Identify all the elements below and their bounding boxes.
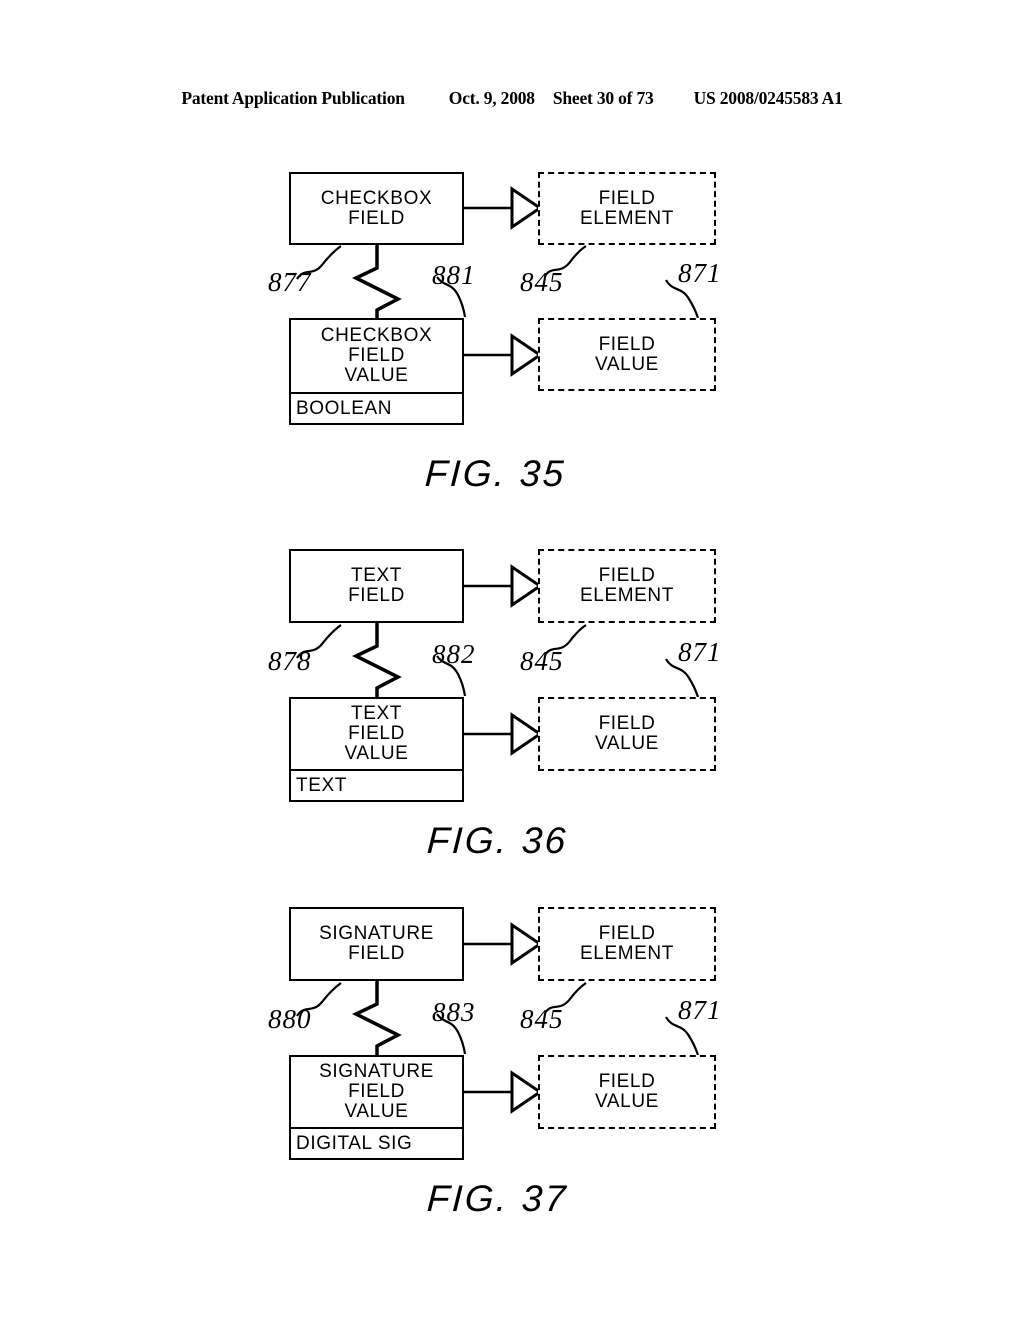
- ref-877: 877: [268, 267, 312, 297]
- node-field-element-35[interactable]: FIELD ELEMENT: [538, 172, 716, 245]
- header-sheet: Sheet 30 of 73: [552, 88, 654, 108]
- node-field-value-element-36[interactable]: FIELD VALUE: [538, 697, 716, 771]
- ref-881: 881: [432, 260, 476, 290]
- node-field-value-36-title-line-2: FIELD: [348, 723, 405, 745]
- ref-882: 882: [432, 639, 476, 669]
- node-field-37-title-line-1: SIGNATURE: [319, 923, 434, 945]
- node-field-element-36-line-1: FIELD: [598, 565, 656, 587]
- figure-35: CHECKBOX FIELD CHECKBOX FIELD VALUE BOOL…: [0, 155, 1024, 520]
- node-field-35-title-line-1: CHECKBOX: [320, 187, 433, 209]
- header-date: Oct. 9, 2008: [448, 88, 535, 108]
- header-publication: Patent Application Publication: [181, 88, 405, 108]
- node-field-value-element-37-line-1: FIELD: [598, 1071, 656, 1093]
- node-field-value-36-type: TEXT: [291, 769, 462, 800]
- node-field-element-37-line-2: ELEMENT: [580, 943, 674, 964]
- node-field-value-37-title: SIGNATURE FIELD VALUE: [291, 1057, 462, 1127]
- node-field-value-36[interactable]: TEXT FIELD VALUE TEXT: [289, 697, 464, 802]
- figure-36-caption: FIG. 36: [425, 820, 569, 861]
- node-field-35[interactable]: CHECKBOX FIELD: [289, 172, 464, 245]
- node-field-value-35-type: BOOLEAN: [291, 392, 462, 423]
- node-field-36-title-line-1: TEXT: [351, 565, 402, 587]
- node-field-value-36-title-line-3: VALUE: [344, 742, 409, 764]
- node-field-value-element-37[interactable]: FIELD VALUE: [538, 1055, 716, 1129]
- ref-883: 883: [432, 997, 476, 1027]
- ref-845-37: 845: [520, 1004, 564, 1034]
- figure-37-caption: FIG. 37: [425, 1178, 569, 1219]
- node-field-element-36[interactable]: FIELD ELEMENT: [538, 549, 716, 623]
- node-field-element-37-line-1: FIELD: [598, 923, 656, 945]
- node-field-value-element-36-line-2: VALUE: [595, 733, 659, 754]
- ref-871-37: 871: [678, 995, 722, 1025]
- ref-845: 845: [520, 267, 564, 297]
- ref-845-36: 845: [520, 646, 564, 676]
- node-field-value-element-35-line-2: VALUE: [595, 353, 659, 375]
- node-field-element-36-line-2: ELEMENT: [580, 585, 674, 606]
- node-field-35-title-line-2: FIELD: [348, 207, 405, 229]
- node-field-35-title: CHECKBOX FIELD: [291, 174, 462, 243]
- node-field-element-35-line-2: ELEMENT: [580, 207, 674, 229]
- node-field-37-title-line-2: FIELD: [348, 943, 405, 964]
- node-field-value-37[interactable]: SIGNATURE FIELD VALUE DIGITAL SIG: [289, 1055, 464, 1160]
- node-field-value-36-title-line-1: TEXT: [351, 703, 402, 725]
- node-field-value-35-title-line-1: CHECKBOX: [320, 325, 433, 347]
- node-field-value-35-title: CHECKBOX FIELD VALUE: [291, 320, 462, 392]
- header-patent-number: US 2008/0245583 A1: [693, 88, 843, 108]
- node-field-37-title: SIGNATURE FIELD: [291, 909, 462, 979]
- node-field-37[interactable]: SIGNATURE FIELD: [289, 907, 464, 981]
- node-field-value-37-type: DIGITAL SIG: [291, 1127, 462, 1158]
- node-field-36-title-line-2: FIELD: [348, 585, 405, 606]
- ref-871-36: 871: [678, 637, 722, 667]
- page-header: Patent Application Publication Oct. 9, 2…: [0, 88, 1024, 112]
- node-field-value-element-37-line-2: VALUE: [595, 1091, 659, 1112]
- node-field-value-37-title-line-2: FIELD: [348, 1081, 405, 1103]
- node-field-value-element-36-line-1: FIELD: [598, 713, 656, 735]
- node-field-value-35-title-line-3: VALUE: [344, 364, 409, 386]
- node-field-value-37-title-line-3: VALUE: [344, 1100, 409, 1122]
- ref-880: 880: [268, 1004, 312, 1034]
- node-field-value-37-title-line-1: SIGNATURE: [319, 1061, 434, 1083]
- node-field-36-title: TEXT FIELD: [291, 551, 462, 621]
- figure-37: SIGNATURE FIELD SIGNATURE FIELD VALUE DI…: [0, 890, 1024, 1250]
- figure-36: TEXT FIELD TEXT FIELD VALUE TEXT FIELD E…: [0, 532, 1024, 892]
- figure-35-caption: FIG. 35: [423, 453, 567, 494]
- ref-878: 878: [268, 646, 312, 676]
- node-field-element-37[interactable]: FIELD ELEMENT: [538, 907, 716, 981]
- node-field-value-35-title-line-2: FIELD: [348, 345, 405, 367]
- node-field-value-36-title: TEXT FIELD VALUE: [291, 699, 462, 769]
- node-field-36[interactable]: TEXT FIELD: [289, 549, 464, 623]
- node-field-value-35[interactable]: CHECKBOX FIELD VALUE BOOLEAN: [289, 318, 464, 425]
- node-field-value-element-35[interactable]: FIELD VALUE: [538, 318, 716, 391]
- node-field-value-element-35-line-1: FIELD: [598, 333, 656, 355]
- node-field-element-35-line-1: FIELD: [598, 187, 656, 209]
- ref-871: 871: [678, 258, 722, 288]
